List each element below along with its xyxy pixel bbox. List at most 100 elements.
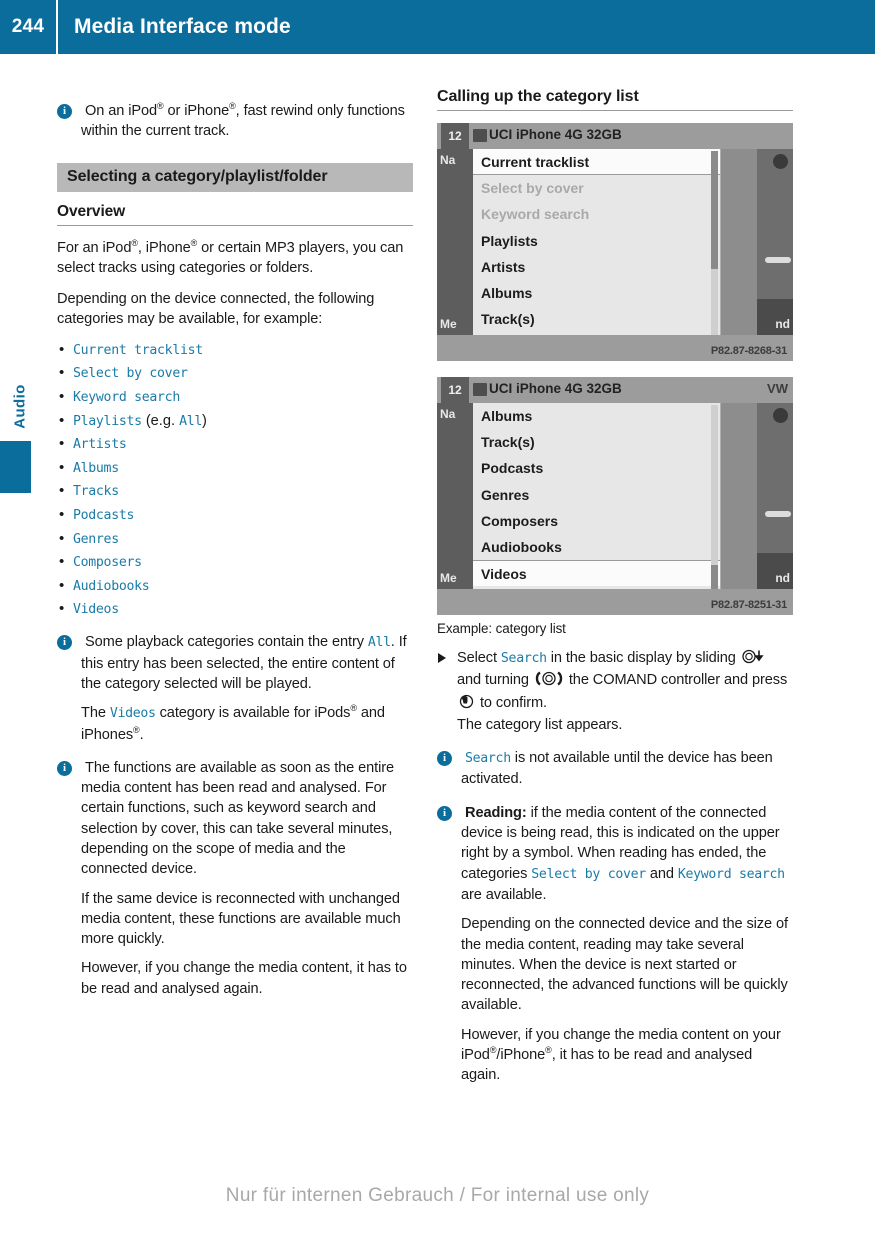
list-item: Tracks — [57, 481, 413, 501]
step-text-c: and turning — [457, 672, 533, 689]
controller-press-icon — [458, 694, 475, 715]
step-text-a: Select — [457, 650, 501, 666]
note-videos-text-b: category is available for iPods — [155, 705, 351, 722]
figure-menu-item: Playlists — [481, 232, 538, 249]
list-item: Playlists (e.g. All) — [57, 411, 413, 431]
info-icon: i — [437, 751, 452, 767]
usb-device-icon — [473, 129, 487, 142]
note-reading: i Reading: if the media content of the c… — [437, 803, 793, 1086]
figure-category-menu: Current tracklist Select by cover Keywor… — [473, 149, 721, 343]
footer-watermark: Nur für internen Gebrauch / For internal… — [225, 1185, 650, 1206]
figure-top-right-label: VW — [767, 381, 788, 396]
step-select-text: Select Search in the basic display by sl… — [457, 648, 793, 735]
list-item: Select by cover — [57, 363, 413, 383]
figure-device-title: UCI iPhone 4G 32GB — [489, 381, 622, 396]
figure-category-list-2: Na Me nd Albums Track(s) Podcasts Genres… — [437, 377, 793, 615]
step-triangle-icon — [438, 653, 446, 663]
category-label: Videos — [73, 602, 119, 618]
figure-scrollbar — [711, 405, 718, 595]
note-all-entry: i Some playback categories contain the e… — [57, 632, 413, 744]
category-label: Artists — [73, 437, 127, 453]
figure-left-label-bottom: Me — [440, 317, 457, 331]
figure-image-code: P82.87-8251-31 — [710, 599, 787, 611]
heading-rule — [57, 224, 413, 226]
sub-heading-overview: Overview — [57, 202, 126, 220]
category-label: Playlists — [73, 413, 142, 429]
list-item: Composers — [57, 552, 413, 572]
para-overview-1-a: For an iPod — [57, 239, 132, 256]
step-text-b: in the basic display by sliding — [546, 650, 740, 666]
note-reading-text-c: are available. — [461, 886, 547, 903]
note-functions-para3: However, if you change the media content… — [81, 960, 407, 997]
step-select-search: Select Search in the basic display by sl… — [437, 648, 793, 735]
category-label: Podcasts — [73, 507, 135, 523]
info-icon: i — [57, 104, 72, 119]
figure-menu-item: Track(s) — [481, 311, 535, 328]
note-functions-available: i The functions are available as soon as… — [57, 758, 413, 999]
figure-menu-item: Keyword search — [481, 206, 590, 223]
figure-menu-item: Podcasts — [481, 460, 544, 477]
note-all-entry-para1: Some playback categories contain the ent… — [81, 632, 413, 694]
note-functions-text1: The functions are available as soon as t… — [81, 759, 395, 878]
category-suffix-close: ) — [202, 412, 207, 429]
list-item: Current tracklist — [57, 340, 413, 360]
note-reading-bold-label: Reading: — [465, 804, 527, 821]
list-item: Podcasts — [57, 505, 413, 525]
page-number: 244 — [11, 16, 45, 37]
note-rewind-part1: On an iPod — [85, 103, 158, 119]
category-label: Composers — [73, 555, 142, 571]
figure-menu-item: Artists — [481, 258, 526, 275]
figure-knob-icon — [773, 154, 788, 169]
para-overview-1-b: , iPhone — [137, 239, 191, 256]
figure-clock: 12 — [441, 377, 469, 403]
figure-image-code: P82.87-8268-31 — [710, 345, 787, 357]
category-suffix-value: All — [179, 413, 202, 429]
figure-clock: 12 — [441, 123, 469, 149]
category-label: Current tracklist — [73, 342, 203, 358]
note-search-unavailable: i Search is not available until the devi… — [437, 748, 793, 790]
figure-top-bar: 12 UCI iPhone 4G 32GB VW — [437, 377, 793, 403]
list-item: Albums — [57, 458, 413, 478]
category-label: Albums — [73, 460, 119, 476]
figure-category-menu: Albums Track(s) Podcasts Genres Composer… — [473, 403, 721, 597]
para-overview-1: For an iPod®, iPhone® or certain MP3 pla… — [57, 238, 413, 279]
list-item: Keyword search — [57, 387, 413, 407]
info-icon: i — [437, 805, 452, 821]
right-column: Calling up the category list Na Me nd Cu… — [437, 88, 793, 1086]
page-header: 244 Media Interface mode — [0, 0, 875, 54]
list-item: Artists — [57, 434, 413, 454]
list-item: Genres — [57, 529, 413, 549]
figure-left-label-top: Na — [440, 407, 456, 421]
category-label: Genres — [73, 531, 119, 547]
section-banner: Selecting a category/playlist/folder — [57, 162, 413, 192]
figure-menu-item: Track(s) — [481, 434, 535, 451]
heading-calling-up-category-list: Calling up the category list — [437, 88, 639, 105]
note-videos-text-d: . — [139, 726, 144, 743]
note-reading-para2: Depending on the connected device and th… — [461, 916, 788, 1014]
figure-menu-item: Audiobooks — [481, 538, 562, 555]
figure-menu-item: Composers — [481, 512, 559, 529]
note-fast-rewind: i On an iPod® or iPhone®, fast rewind on… — [57, 101, 413, 142]
category-label: Keyword search — [73, 389, 180, 405]
list-item: Videos — [57, 599, 413, 619]
figure-menu-item: Albums — [481, 408, 533, 424]
figure-menu-item: Genres — [481, 486, 530, 503]
step-result-text: The category list appears. — [457, 716, 623, 733]
note-reading-text-b: and — [645, 865, 678, 882]
note-all-mono: All — [367, 635, 391, 651]
page-title: Media Interface mode — [74, 15, 291, 38]
note-videos-text-a: The — [81, 705, 110, 722]
note-all-entry-para2: The Videos category is available for iPo… — [81, 703, 413, 745]
note-functions-para1: The functions are available as soon as t… — [81, 758, 413, 880]
figure-menu-item: Videos — [473, 560, 720, 587]
note-reading-mono-2: Keyword search — [677, 866, 785, 882]
figure-right-label-bottom: nd — [775, 317, 790, 331]
figure-menu-item: Albums — [481, 284, 533, 301]
category-label: Audiobooks — [73, 578, 150, 594]
figure-scrollbar-thumb — [711, 151, 718, 269]
note-reading-para3: However, if you change the media content… — [461, 1025, 793, 1086]
note-rewind-part2: or iPhone — [163, 103, 230, 119]
figure-left-panel: Na Me — [437, 149, 473, 335]
figure-category-list-1: Na Me nd Current tracklist Select by cov… — [437, 123, 793, 361]
note-reading-para3-b: /iPhone — [496, 1047, 546, 1064]
